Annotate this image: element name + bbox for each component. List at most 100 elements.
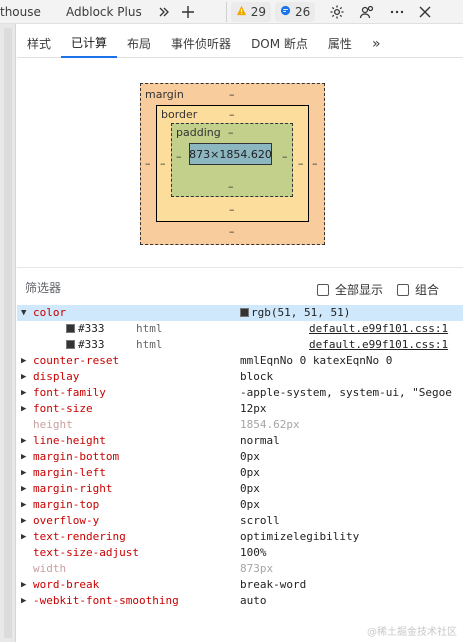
expand-triangle-icon[interactable]: ▶ xyxy=(21,481,31,497)
color-swatch[interactable] xyxy=(66,324,75,333)
tab-event-listeners-label: 事件侦听器 xyxy=(171,37,232,51)
color-source-row[interactable]: #333 html default.e99f101.css:1 xyxy=(17,337,463,353)
ellipsis-icon[interactable] xyxy=(385,0,409,24)
margin-bottom-value[interactable]: – xyxy=(229,225,235,238)
property-row[interactable]: ▶ text-rendering optimizelegibility xyxy=(17,529,463,545)
property-row[interactable]: height 1854.62px xyxy=(17,417,463,433)
tab-dom-breakpoints-label: DOM 断点 xyxy=(251,37,308,51)
subtabs-more-button[interactable]: » xyxy=(362,30,391,58)
color-source-row[interactable]: #333 html default.e99f101.css:1 xyxy=(17,321,463,337)
expand-triangle-icon[interactable]: ▶ xyxy=(21,529,31,545)
padding-right-value[interactable]: – xyxy=(282,150,288,163)
padding-left-value[interactable]: – xyxy=(176,150,182,163)
property-row[interactable]: ▶ margin-bottom 0px xyxy=(17,449,463,465)
property-name: -webkit-font-smoothing xyxy=(33,594,179,607)
tab-layout[interactable]: 布局 xyxy=(117,30,161,58)
property-row[interactable]: ▶ -webkit-font-smoothing auto xyxy=(17,593,463,609)
property-row[interactable]: ▶ display block xyxy=(17,369,463,385)
expand-triangle-icon[interactable]: ▶ xyxy=(21,433,31,449)
box-model-border[interactable]: border – – – – padding – – – – 873×1854.… xyxy=(156,105,309,222)
source-selector: html xyxy=(136,338,163,351)
expand-triangle-icon[interactable]: ▶ xyxy=(21,401,31,417)
border-top-value[interactable]: – xyxy=(229,108,235,121)
property-row[interactable]: ▶ margin-top 0px xyxy=(17,497,463,513)
padding-bottom-value[interactable]: – xyxy=(228,180,234,193)
people-icon[interactable] xyxy=(355,0,379,24)
chevrons-right-icon: » xyxy=(371,35,381,52)
tab-event-listeners[interactable]: 事件侦听器 xyxy=(161,30,241,58)
tab-layout-label: 布局 xyxy=(127,37,152,51)
color-swatch[interactable] xyxy=(66,340,75,349)
source-link[interactable]: default.e99f101.css:1 xyxy=(309,337,448,353)
group-toggle[interactable]: 组合 xyxy=(397,281,439,298)
property-row[interactable]: ▶ font-size 12px xyxy=(17,401,463,417)
expand-triangle-icon[interactable]: ▶ xyxy=(21,577,31,593)
tab-computed[interactable]: 已计算 xyxy=(61,30,118,58)
border-bottom-value[interactable]: – xyxy=(229,203,235,216)
tab-adblock-plus[interactable]: Adblock Plus xyxy=(66,0,152,24)
property-row-color[interactable]: ▼ color rgb(51, 51, 51) xyxy=(17,305,463,321)
property-row[interactable]: ▶ font-family -apple-system, system-ui, "S… xyxy=(17,385,463,401)
warnings-badge[interactable]: 29 xyxy=(230,1,271,22)
property-row[interactable]: ▶ counter-reset mmlEqnNo 0 katexEqnNo 0 xyxy=(17,353,463,369)
toolbar-divider xyxy=(225,1,227,22)
property-name: line-height xyxy=(33,434,106,447)
box-model-content-size[interactable]: 873×1854.620 xyxy=(189,143,272,165)
property-row[interactable]: text-size-adjust 100% xyxy=(17,545,463,561)
property-row[interactable]: ▶ word-break break-word xyxy=(17,577,463,593)
group-label: 组合 xyxy=(415,283,440,297)
property-row[interactable]: ▶ overflow-y scroll xyxy=(17,513,463,529)
margin-label: margin xyxy=(145,88,184,101)
show-all-toggle[interactable]: 全部显示 xyxy=(317,281,383,298)
property-name: height xyxy=(33,418,73,431)
tab-properties[interactable]: 属性 xyxy=(318,30,362,58)
expand-triangle-icon[interactable]: ▶ xyxy=(21,465,31,481)
box-model-margin[interactable]: margin – – – – border – – – – padding – … xyxy=(140,83,325,245)
property-value: 873px xyxy=(240,562,274,575)
border-right-value[interactable]: – xyxy=(298,157,304,170)
box-model: margin – – – – border – – – – padding – … xyxy=(17,58,463,268)
expand-triangle-icon[interactable]: ▶ xyxy=(21,513,31,529)
expand-triangle-icon[interactable]: ▶ xyxy=(21,385,31,401)
show-all-checkbox[interactable] xyxy=(317,283,329,296)
messages-badge[interactable]: 26 xyxy=(274,1,316,22)
group-checkbox[interactable] xyxy=(397,283,409,296)
color-swatch[interactable] xyxy=(240,308,249,317)
box-model-padding[interactable]: padding – – – – 873×1854.620 xyxy=(171,123,293,197)
expand-triangle-icon[interactable]: ▼ xyxy=(21,305,31,321)
tab-lighthouse-label: thouse xyxy=(0,4,41,19)
panel-scrollbar[interactable] xyxy=(4,28,12,638)
plus-icon[interactable] xyxy=(176,0,200,24)
property-row[interactable]: width 873px xyxy=(17,561,463,577)
property-name: margin-right xyxy=(33,482,113,495)
tab-computed-label: 已计算 xyxy=(71,36,108,50)
source-link[interactable]: default.e99f101.css:1 xyxy=(309,321,448,337)
property-row[interactable]: ▶ margin-right 0px xyxy=(17,481,463,497)
property-row[interactable]: ▶ margin-left 0px xyxy=(17,465,463,481)
source-value: #333 xyxy=(78,322,105,335)
filter-input[interactable]: 筛选器 xyxy=(25,279,61,296)
show-all-label: 全部显示 xyxy=(335,283,384,297)
tab-styles[interactable]: 样式 xyxy=(17,30,61,58)
expand-triangle-icon[interactable]: ▶ xyxy=(21,369,31,385)
property-value: normal xyxy=(240,434,280,447)
property-name: text-rendering xyxy=(33,530,126,543)
property-value: auto xyxy=(240,594,267,607)
expand-triangle-icon[interactable]: ▶ xyxy=(21,497,31,513)
property-name: display xyxy=(33,370,80,383)
gear-icon[interactable] xyxy=(325,0,349,24)
expand-triangle-icon[interactable]: ▶ xyxy=(21,353,31,369)
expand-triangle-icon[interactable]: ▶ xyxy=(21,449,31,465)
expand-triangle-icon[interactable]: ▶ xyxy=(21,593,31,609)
tab-dom-breakpoints[interactable]: DOM 断点 xyxy=(241,30,318,58)
property-row[interactable]: ▶ line-height normal xyxy=(17,433,463,449)
margin-left-value[interactable]: – xyxy=(145,157,151,170)
margin-top-value[interactable]: – xyxy=(229,88,235,101)
property-value-text: rgb(51, 51, 51) xyxy=(251,306,351,319)
chevrons-right-icon[interactable] xyxy=(152,0,176,24)
margin-right-value[interactable]: – xyxy=(312,157,318,170)
border-left-value[interactable]: – xyxy=(160,157,166,170)
padding-top-value[interactable]: – xyxy=(228,126,234,139)
close-icon[interactable] xyxy=(413,0,437,24)
tab-lighthouse[interactable]: thouse xyxy=(0,0,56,24)
